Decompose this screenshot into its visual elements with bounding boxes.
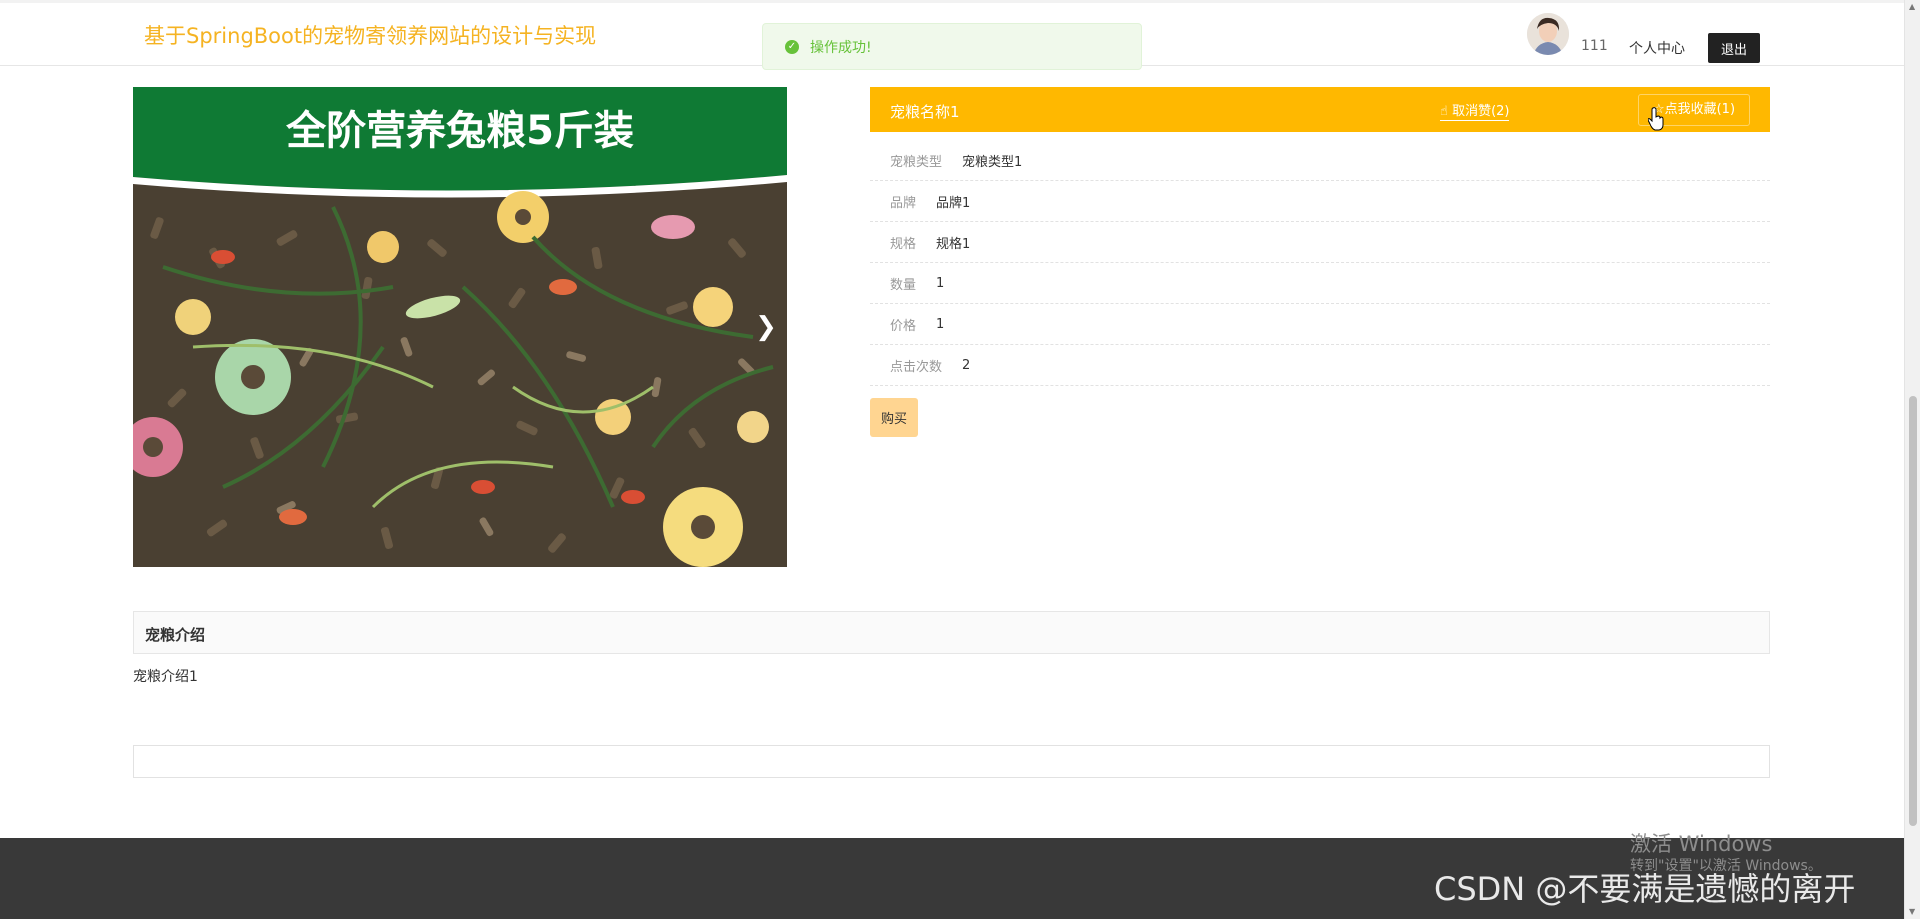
attribute-row-type: 宠粮类型 宠粮类型1	[870, 140, 1770, 181]
avatar-image	[1527, 13, 1569, 55]
scroll-thumb[interactable]	[1909, 396, 1917, 826]
personal-center-link[interactable]: 个人中心	[1629, 38, 1685, 58]
attribute-value: 1	[936, 316, 945, 332]
attribute-label: 宠粮类型	[890, 154, 943, 170]
item-header-bar: 宠粮名称1 ☝ 取消赞(2) ☆点我收藏(1)	[870, 87, 1770, 132]
attribute-value: 品牌1	[936, 195, 971, 211]
username[interactable]: 111	[1581, 38, 1608, 54]
attribute-value: 1	[936, 275, 945, 291]
intro-text: 宠粮介绍1	[133, 669, 198, 685]
attribute-value: 2	[962, 357, 971, 373]
attribute-label: 价格	[890, 318, 917, 334]
intro-title: 宠粮介绍	[145, 626, 206, 644]
logout-button[interactable]: 退出	[1708, 33, 1760, 63]
attribute-value: 规格1	[936, 236, 971, 252]
chevron-right-icon[interactable]: ❯	[753, 314, 779, 340]
intro-section-header: 宠粮介绍	[133, 611, 1770, 654]
windows-activation-title: 激活 Windows	[1630, 832, 1773, 856]
top-border	[0, 0, 1904, 3]
attribute-label: 规格	[890, 236, 917, 252]
attribute-value: 宠粮类型1	[962, 154, 1023, 170]
product-image: 全阶营养兔粮5斤装	[133, 87, 787, 567]
buy-button[interactable]: 购买	[870, 398, 918, 437]
unlike-label: 取消赞(2)	[1452, 104, 1510, 119]
check-circle-icon: ✓	[785, 39, 799, 54]
thumbs-up-icon: ☝	[1440, 104, 1448, 119]
avatar[interactable]	[1527, 13, 1569, 55]
product-image-carousel[interactable]: 全阶营养兔粮5斤装 ❯	[133, 87, 787, 567]
attribute-label: 品牌	[890, 195, 917, 211]
attribute-row-clicks: 点击次数 2	[870, 345, 1770, 386]
page: 基于SpringBoot的宠物寄领养网站的设计与实现 111 个人中心 退出 ✓…	[0, 0, 1920, 919]
item-name: 宠粮名称1	[890, 103, 960, 121]
scroll-up-icon[interactable]: ▲	[1909, 2, 1915, 11]
attribute-row-spec: 规格 规格1	[870, 222, 1770, 263]
csdn-watermark: CSDN @不要满是遗憾的离开	[1434, 870, 1856, 908]
vertical-scrollbar[interactable]: ▲ ▼	[1904, 0, 1920, 919]
attribute-row-price: 价格 1	[870, 304, 1770, 345]
item-attributes: 宠粮类型 宠粮类型1 品牌 品牌1 规格 规格1 数量 1 价格 1 点击次数 …	[870, 140, 1770, 386]
attribute-row-brand: 品牌 品牌1	[870, 181, 1770, 222]
site-title[interactable]: 基于SpringBoot的宠物寄领养网站的设计与实现	[144, 20, 596, 50]
empty-content-box	[133, 745, 1770, 778]
unlike-button[interactable]: ☝ 取消赞(2)	[1440, 100, 1510, 121]
scroll-down-icon[interactable]: ▼	[1909, 907, 1915, 916]
hand-cursor-icon	[1648, 107, 1664, 131]
attribute-row-quantity: 数量 1	[870, 263, 1770, 304]
favorite-label: 点我收藏(1)	[1664, 102, 1736, 117]
success-toast: ✓ 操作成功!	[762, 23, 1142, 70]
toast-message: 操作成功!	[810, 39, 872, 56]
banner-text: 全阶营养兔粮5斤装	[285, 108, 634, 154]
attribute-label: 点击次数	[890, 359, 943, 375]
attribute-label: 数量	[890, 277, 917, 293]
